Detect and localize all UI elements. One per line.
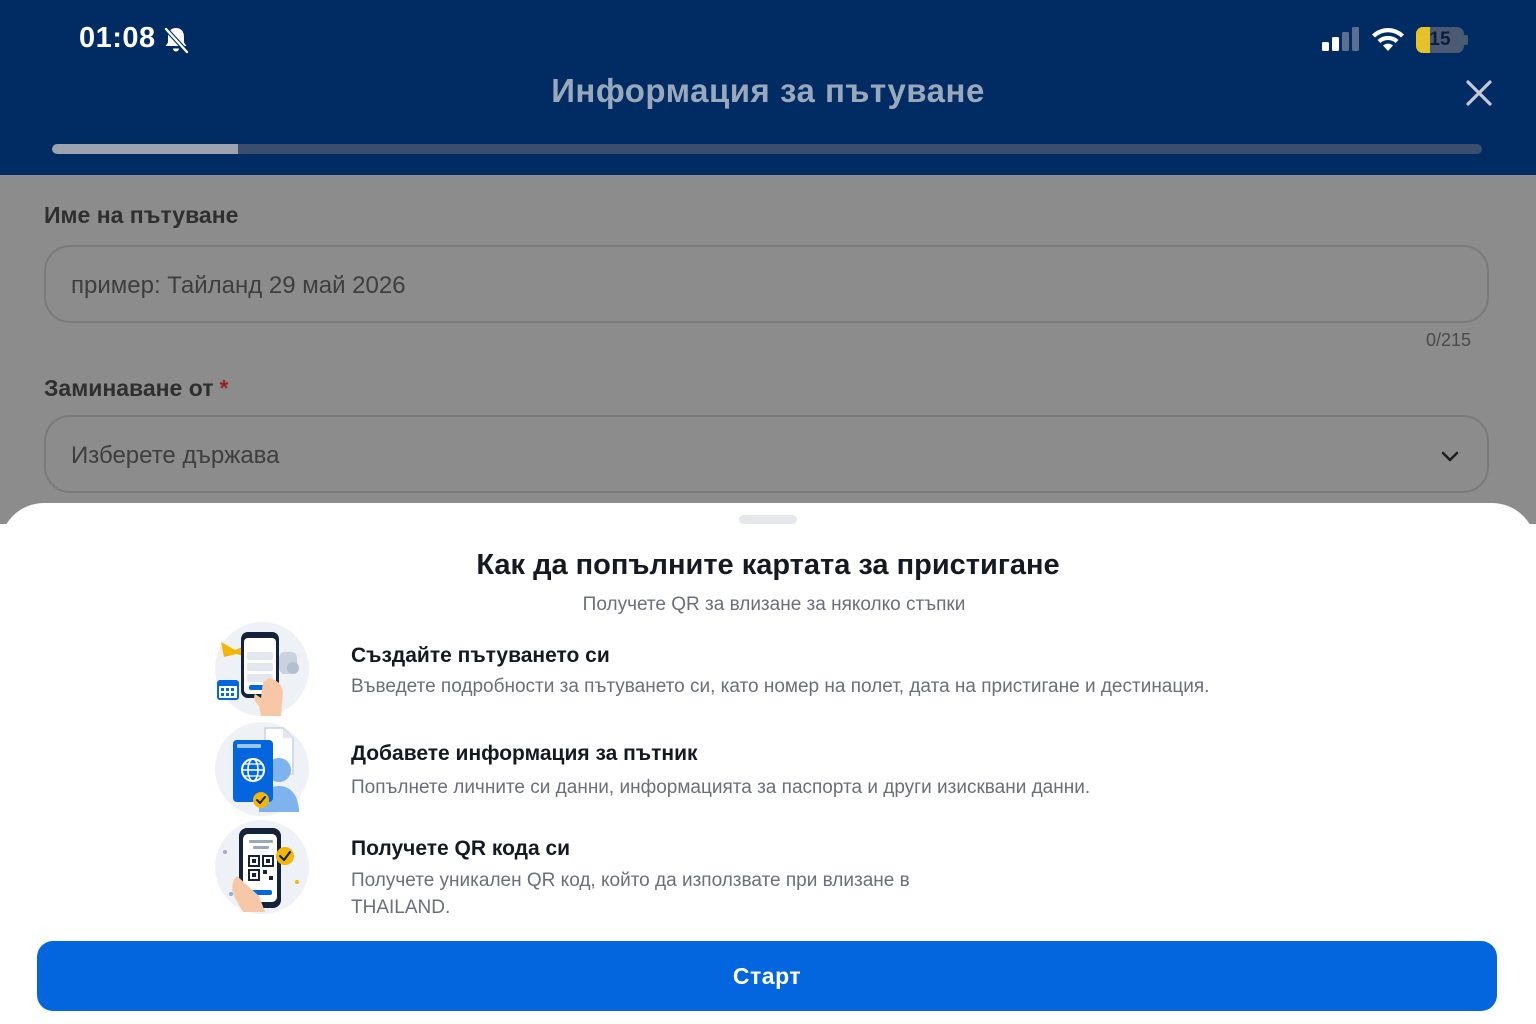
battery-percent: 15 <box>1429 29 1451 50</box>
trip-name-char-counter: 0/215 <box>1425 330 1471 350</box>
departure-country-placeholder: Изберете държава <box>71 442 280 469</box>
departure-label-text: Заминаване от <box>44 375 214 401</box>
page-title: Информация за пътуване <box>551 72 985 109</box>
cellular-signal-icon <box>1322 27 1359 51</box>
step-progress-fill <box>52 144 238 154</box>
step-2-description: Попълнете личните си данни, информацията… <box>351 777 1091 798</box>
step-progress-bar <box>52 144 1482 154</box>
departure-country-select[interactable]: Изберете държава <box>44 415 1489 493</box>
battery-icon: 15 <box>1416 27 1468 53</box>
qr-code-phone-icon <box>215 820 309 914</box>
sheet-drag-handle[interactable] <box>739 515 797 524</box>
departure-label: Заминаване от * <box>44 375 228 402</box>
start-button[interactable]: Старт <box>37 941 1497 1011</box>
wifi-icon <box>1372 28 1404 51</box>
trip-name-placeholder: пример: Тайланд 29 май 2026 <box>71 272 406 299</box>
step-3-description: Получете уникален QR код, който да изпол… <box>351 867 910 921</box>
step-1-title: Създайте пътуването си <box>351 644 610 667</box>
required-mark: * <box>219 375 229 401</box>
step-2-title: Добавете информация за пътник <box>351 742 698 765</box>
step-3-description-line-2: THAILAND. <box>351 897 451 918</box>
sheet-title: Как да попълните картата за пристигане <box>476 549 1060 581</box>
status-time: 01:08 <box>79 22 156 54</box>
create-trip-icon <box>215 622 309 716</box>
trip-form: Име на пътуване пример: Тайланд 29 май 2… <box>0 175 1536 524</box>
sheet-subtitle: Получете QR за влизане за няколко стъпки <box>582 594 966 615</box>
trip-name-input[interactable]: пример: Тайланд 29 май 2026 <box>44 245 1489 323</box>
step-3-description-line-1: Получете уникален QR код, който да изпол… <box>351 870 910 891</box>
chevron-down-icon <box>1441 451 1459 462</box>
passport-traveler-icon <box>215 722 309 816</box>
trip-name-label: Име на пътуване <box>44 202 239 228</box>
step-3-title: Получете QR кода си <box>351 837 571 860</box>
close-icon[interactable] <box>1460 74 1498 112</box>
bell-slash-icon <box>164 27 189 54</box>
step-1-description: Въведете подробности за пътуването си, к… <box>351 676 1210 697</box>
top-header: 01:08 15 Информация за пътуване <box>0 0 1536 175</box>
